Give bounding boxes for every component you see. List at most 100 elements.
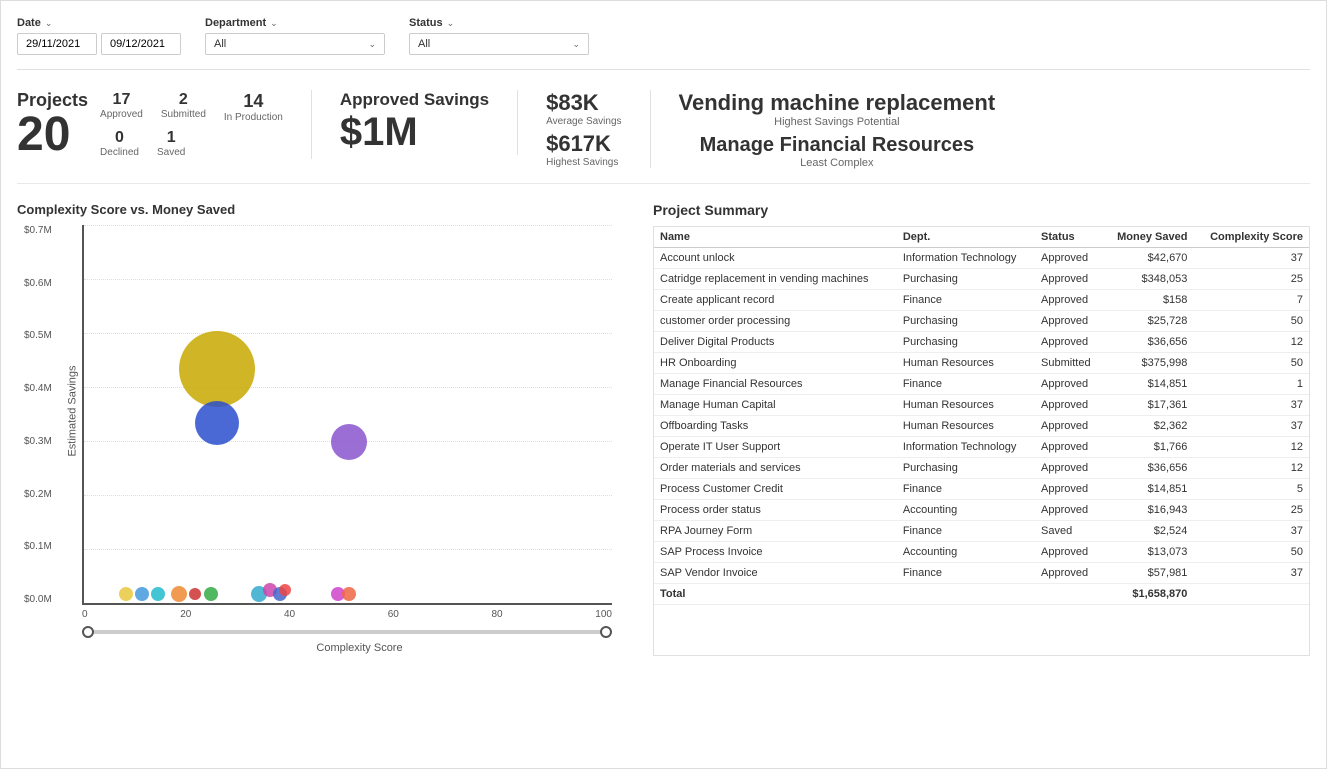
chart-bubble bbox=[189, 588, 201, 600]
cell-dept: Finance bbox=[897, 563, 1035, 584]
projects-kpi: Projects 20 17 Approved 2 Submitted 14 I… bbox=[17, 90, 312, 159]
table-row: Create applicant record Finance Approved… bbox=[654, 290, 1309, 311]
highest-savings-val: $617K bbox=[546, 131, 621, 157]
cell-money: $348,053 bbox=[1103, 269, 1194, 290]
date-filter-label: Date bbox=[17, 17, 41, 29]
declined-lbl: Declined bbox=[100, 147, 139, 158]
cell-money: $13,073 bbox=[1103, 542, 1194, 563]
cell-name: Process order status bbox=[654, 500, 897, 521]
table-body: Account unlock Information Technology Ap… bbox=[654, 248, 1309, 584]
total-blank-status bbox=[1035, 584, 1103, 605]
cell-status: Approved bbox=[1035, 332, 1103, 353]
chart-grid bbox=[84, 225, 612, 603]
slider-right-thumb[interactable] bbox=[600, 626, 612, 638]
date-start-input[interactable] bbox=[17, 33, 97, 55]
date-end-input[interactable] bbox=[101, 33, 181, 55]
col-money: Money Saved bbox=[1103, 227, 1194, 248]
chart-bubble bbox=[119, 587, 133, 601]
date-chevron-icon: ⌄ bbox=[45, 18, 53, 29]
cell-complexity: 37 bbox=[1193, 248, 1309, 269]
table-title: Project Summary bbox=[653, 202, 1310, 218]
status-filter-group: Status ⌄ All ⌄ bbox=[409, 17, 589, 55]
slider-left-thumb[interactable] bbox=[82, 626, 94, 638]
approved-val: 17 bbox=[113, 91, 131, 109]
savings-stats-kpi: $83K Average Savings $617K Highest Savin… bbox=[546, 90, 650, 168]
cell-name: Offboarding Tasks bbox=[654, 416, 897, 437]
x-label-0: 0 bbox=[82, 609, 88, 620]
cell-complexity: 25 bbox=[1193, 500, 1309, 521]
cell-complexity: 37 bbox=[1193, 395, 1309, 416]
cell-complexity: 37 bbox=[1193, 563, 1309, 584]
department-select[interactable]: All ⌄ bbox=[205, 33, 385, 55]
cell-money: $1,766 bbox=[1103, 437, 1194, 458]
status-value: All bbox=[418, 38, 430, 50]
table-row: Account unlock Information Technology Ap… bbox=[654, 248, 1309, 269]
cell-money: $36,656 bbox=[1103, 332, 1194, 353]
cell-dept: Information Technology bbox=[897, 437, 1035, 458]
cell-status: Submitted bbox=[1035, 353, 1103, 374]
table-row: Operate IT User Support Information Tech… bbox=[654, 437, 1309, 458]
main-content: Complexity Score vs. Money Saved Estimat… bbox=[17, 202, 1310, 656]
saved-val: 1 bbox=[167, 129, 176, 147]
cell-status: Approved bbox=[1035, 542, 1103, 563]
status-chevron-icon: ⌄ bbox=[447, 18, 455, 29]
status-select[interactable]: All ⌄ bbox=[409, 33, 589, 55]
chart-section: Complexity Score vs. Money Saved Estimat… bbox=[17, 202, 637, 656]
x-axis-title: Complexity Score bbox=[82, 642, 637, 654]
y-label-4: $0.3M bbox=[24, 436, 52, 447]
total-money: $1,658,870 bbox=[1103, 584, 1194, 605]
cell-dept: Human Resources bbox=[897, 416, 1035, 437]
submitted-val: 2 bbox=[179, 91, 188, 109]
col-status: Status bbox=[1035, 227, 1103, 248]
cell-dept: Finance bbox=[897, 521, 1035, 542]
department-filter-label: Department bbox=[205, 17, 266, 29]
x-label-5: 100 bbox=[595, 609, 612, 620]
table-row: SAP Process Invoice Accounting Approved … bbox=[654, 542, 1309, 563]
projects-total: 20 bbox=[17, 111, 88, 159]
chart-bubble bbox=[195, 401, 239, 445]
table-row: Manage Financial Resources Finance Appro… bbox=[654, 374, 1309, 395]
cell-money: $2,362 bbox=[1103, 416, 1194, 437]
table-wrapper[interactable]: Name Dept. Status Money Saved Complexity… bbox=[653, 226, 1310, 656]
cell-status: Approved bbox=[1035, 374, 1103, 395]
chart-bubble bbox=[135, 587, 149, 601]
cell-status: Approved bbox=[1035, 458, 1103, 479]
cell-complexity: 12 bbox=[1193, 332, 1309, 353]
cell-money: $16,943 bbox=[1103, 500, 1194, 521]
table-footer-row: Total $1,658,870 bbox=[654, 584, 1309, 605]
table-row: Offboarding Tasks Human Resources Approv… bbox=[654, 416, 1309, 437]
y-label-3: $0.4M bbox=[24, 383, 52, 394]
cell-money: $2,524 bbox=[1103, 521, 1194, 542]
cell-dept: Human Resources bbox=[897, 395, 1035, 416]
y-axis-title: Estimated Savings bbox=[67, 365, 79, 456]
cell-complexity: 1 bbox=[1193, 374, 1309, 395]
cell-status: Approved bbox=[1035, 500, 1103, 521]
table-row: Deliver Digital Products Purchasing Appr… bbox=[654, 332, 1309, 353]
status-filter-label: Status bbox=[409, 17, 443, 29]
cell-name: HR Onboarding bbox=[654, 353, 897, 374]
cell-name: Account unlock bbox=[654, 248, 897, 269]
table-header-row: Name Dept. Status Money Saved Complexity… bbox=[654, 227, 1309, 248]
chart-bubble bbox=[171, 586, 187, 602]
table-row: Process order status Accounting Approved… bbox=[654, 500, 1309, 521]
in-production-val: 14 bbox=[243, 91, 263, 112]
cell-money: $14,851 bbox=[1103, 374, 1194, 395]
in-production-lbl: In Production bbox=[224, 112, 283, 123]
cell-name: Process Customer Credit bbox=[654, 479, 897, 500]
y-label-7: $0.0M bbox=[24, 594, 52, 605]
col-complexity: Complexity Score bbox=[1193, 227, 1309, 248]
cell-money: $36,656 bbox=[1103, 458, 1194, 479]
date-range[interactable] bbox=[17, 33, 181, 55]
x-label-1: 20 bbox=[180, 609, 191, 620]
slider-track bbox=[82, 630, 612, 634]
cell-money: $25,728 bbox=[1103, 311, 1194, 332]
highlight1-sub: Highest Savings Potential bbox=[679, 116, 996, 128]
cell-dept: Finance bbox=[897, 374, 1035, 395]
cell-name: SAP Vendor Invoice bbox=[654, 563, 897, 584]
table-row: Manage Human Capital Human Resources App… bbox=[654, 395, 1309, 416]
highlight2-title: Manage Financial Resources bbox=[679, 134, 996, 157]
cell-name: Create applicant record bbox=[654, 290, 897, 311]
cell-name: RPA Journey Form bbox=[654, 521, 897, 542]
approved-savings-title: Approved Savings bbox=[340, 90, 489, 110]
chart-bubble bbox=[279, 584, 291, 596]
